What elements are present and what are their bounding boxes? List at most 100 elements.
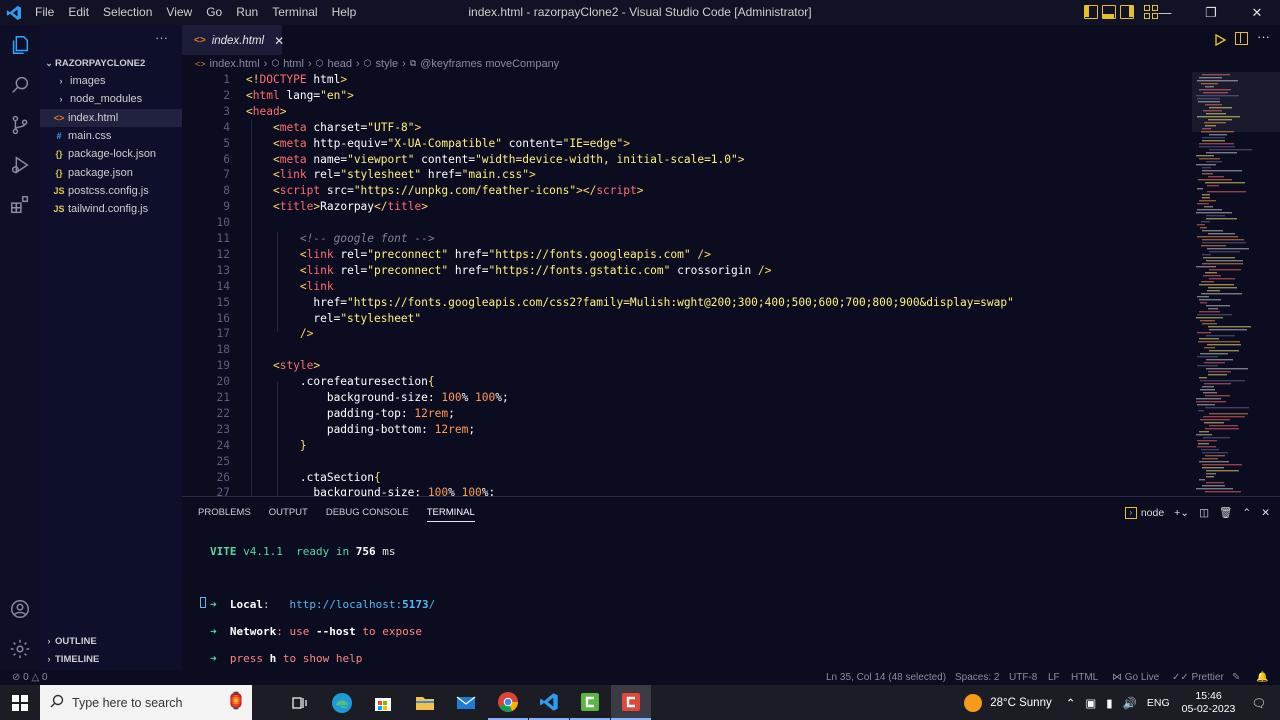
file-item-package-json[interactable]: {} package.json: [40, 164, 182, 182]
line-number: 11: [216, 232, 230, 245]
file-explorer-icon[interactable]: [405, 685, 445, 720]
accounts-icon[interactable]: [0, 589, 40, 629]
file-item-node_modules[interactable]: › node_modules: [40, 90, 182, 108]
edge-browser-icon[interactable]: [322, 685, 362, 720]
show-hidden-icons[interactable]: ⌃: [1066, 696, 1076, 710]
line-number: 4: [223, 120, 230, 134]
volume-icon[interactable]: 🔊: [1123, 696, 1137, 710]
file-item-index-html[interactable]: <> index.html: [40, 108, 182, 127]
manage-gear-icon[interactable]: [0, 629, 40, 669]
source-control-icon[interactable]: [0, 105, 40, 145]
menu-go[interactable]: Go: [199, 0, 229, 25]
encoding[interactable]: UTF-8: [1009, 672, 1037, 683]
close-tab-icon[interactable]: ✕: [274, 34, 284, 48]
tab-debug-console[interactable]: DEBUG CONSOLE: [326, 507, 409, 522]
breadcrumb-item[interactable]: @keyframes moveCompany: [420, 58, 559, 70]
local-url[interactable]: http://localhost:5173/: [290, 598, 436, 611]
minimize-button[interactable]: —: [1142, 0, 1188, 25]
battery-icon[interactable]: ▮: [1106, 696, 1112, 710]
code-line: <title>Razorpay</title>: [272, 200, 428, 214]
camtasia-green-icon[interactable]: [570, 685, 610, 720]
tab-problems[interactable]: PROBLEMS: [198, 507, 251, 522]
extensions-icon[interactable]: [0, 185, 40, 225]
notification-center-icon[interactable]: 🗨: [1251, 696, 1266, 710]
network-icon[interactable]: ▣: [1085, 696, 1096, 710]
search-icon[interactable]: [0, 65, 40, 105]
close-panel-icon[interactable]: ✕: [1261, 507, 1270, 519]
minimap-line: [1196, 212, 1232, 214]
breadcrumb-item[interactable]: index.html: [210, 58, 260, 70]
minimap-line: [1202, 167, 1211, 169]
file-item-tailwind-config-js[interactable]: JS tailwind.config.js: [40, 200, 182, 218]
clock[interactable]: 15:46 05-02-2023: [1182, 690, 1236, 716]
minimap-line: [1204, 383, 1231, 385]
close-window-button[interactable]: ✕: [1234, 0, 1280, 25]
code-line: href="https://fonts.googleapis.com/css2?…: [313, 295, 1014, 309]
menu-edit[interactable]: Edit: [61, 0, 96, 25]
camtasia-red-icon[interactable]: [611, 685, 651, 720]
microsoft-store-icon[interactable]: [363, 685, 403, 720]
breadcrumb-item[interactable]: head: [328, 58, 352, 70]
mail-icon[interactable]: [446, 685, 486, 720]
split-terminal-icon[interactable]: ◫: [1199, 507, 1209, 519]
minimap-line: [1201, 245, 1226, 247]
breadcrumb-item[interactable]: style: [376, 58, 399, 70]
menu-help[interactable]: Help: [325, 0, 364, 25]
problems-indicator[interactable]: ⊘ 0 △ 0: [12, 672, 48, 683]
toggle-secondary-sidebar-icon[interactable]: [1120, 5, 1134, 19]
toggle-panel-icon[interactable]: [1102, 5, 1116, 19]
windows-start-icon[interactable]: [0, 685, 40, 720]
maximize-panel-icon[interactable]: ⌃: [1242, 507, 1251, 519]
maximize-button[interactable]: ❐: [1188, 0, 1234, 25]
vscode-taskbar-icon[interactable]: [529, 685, 569, 720]
task-view-icon[interactable]: [280, 685, 320, 720]
run-debug-icon[interactable]: [0, 145, 40, 185]
menu-selection[interactable]: Selection: [96, 0, 159, 25]
eol[interactable]: LF: [1048, 672, 1060, 683]
project-root[interactable]: ⌄ RAZORPAYCLONE2: [40, 54, 182, 72]
menu-view[interactable]: View: [159, 0, 199, 25]
cursor-position[interactable]: Ln 35, Col 14 (48 selected): [826, 672, 946, 683]
outline-header[interactable]: › OUTLINE: [40, 632, 182, 650]
chrome-icon[interactable]: [488, 685, 528, 720]
minimap-line: [1203, 257, 1235, 259]
timeline-header[interactable]: › TIMELINE: [40, 650, 182, 668]
minimap-viewport[interactable]: [1192, 72, 1280, 132]
minimap[interactable]: [1192, 72, 1280, 496]
tab-output[interactable]: OUTPUT: [269, 507, 308, 522]
feedback-icon[interactable]: ✎: [1232, 672, 1240, 683]
menu-file[interactable]: File: [28, 0, 61, 25]
menu-run[interactable]: Run: [229, 0, 265, 25]
code-line: padding-bottom: 12rem;: [326, 422, 476, 436]
new-terminal-icon[interactable]: +⌄: [1174, 507, 1189, 519]
code-editor[interactable]: 1 <!DOCTYPE html> 2 <html lang="en"> 3 <head>…: [182, 72, 1192, 496]
go-live-button[interactable]: ⋈ Go Live: [1112, 672, 1159, 683]
language-mode[interactable]: HTML: [1071, 672, 1098, 683]
menu-terminal[interactable]: Terminal: [265, 0, 324, 25]
run-icon[interactable]: [1214, 33, 1227, 51]
split-editor-icon[interactable]: [1235, 32, 1248, 45]
indentation[interactable]: Spaces: 2: [955, 672, 999, 683]
kill-terminal-icon[interactable]: 🗑: [1219, 506, 1232, 519]
minimap-line: [1202, 140, 1225, 142]
taskbar-search-box[interactable]: Type here to search 🏮: [40, 685, 252, 720]
notifications-icon[interactable]: 🔔: [1256, 672, 1268, 683]
explorer-icon[interactable]: [0, 25, 40, 65]
sunny-weather-icon[interactable]: [964, 693, 983, 712]
terminal-shell-selector[interactable]: › node: [1124, 506, 1164, 519]
breadcrumb-item[interactable]: html: [283, 58, 304, 70]
prettier-button[interactable]: ✓✓ Prettier: [1172, 672, 1224, 683]
input-language[interactable]: ENG: [1147, 697, 1170, 709]
file-item-main-css[interactable]: # main.css: [40, 127, 182, 145]
minimap-line: [1197, 356, 1218, 358]
file-item-images[interactable]: › images: [40, 72, 182, 90]
tab-index-html[interactable]: <> index.html ✕: [182, 25, 284, 55]
toggle-primary-sidebar-icon[interactable]: [1084, 5, 1098, 19]
file-item-package-lock-json[interactable]: {} package-lock.json: [40, 145, 182, 163]
more-actions-icon[interactable]: ···: [155, 30, 168, 45]
file-item-postcss-config-js[interactable]: JS postcss.config.js: [40, 182, 182, 200]
weather-text[interactable]: 28°C Sunny: [990, 697, 1052, 709]
minimap-line: [1209, 350, 1239, 352]
tab-terminal[interactable]: TERMINAL: [426, 507, 475, 522]
editor-more-icon[interactable]: ···: [1257, 29, 1270, 44]
